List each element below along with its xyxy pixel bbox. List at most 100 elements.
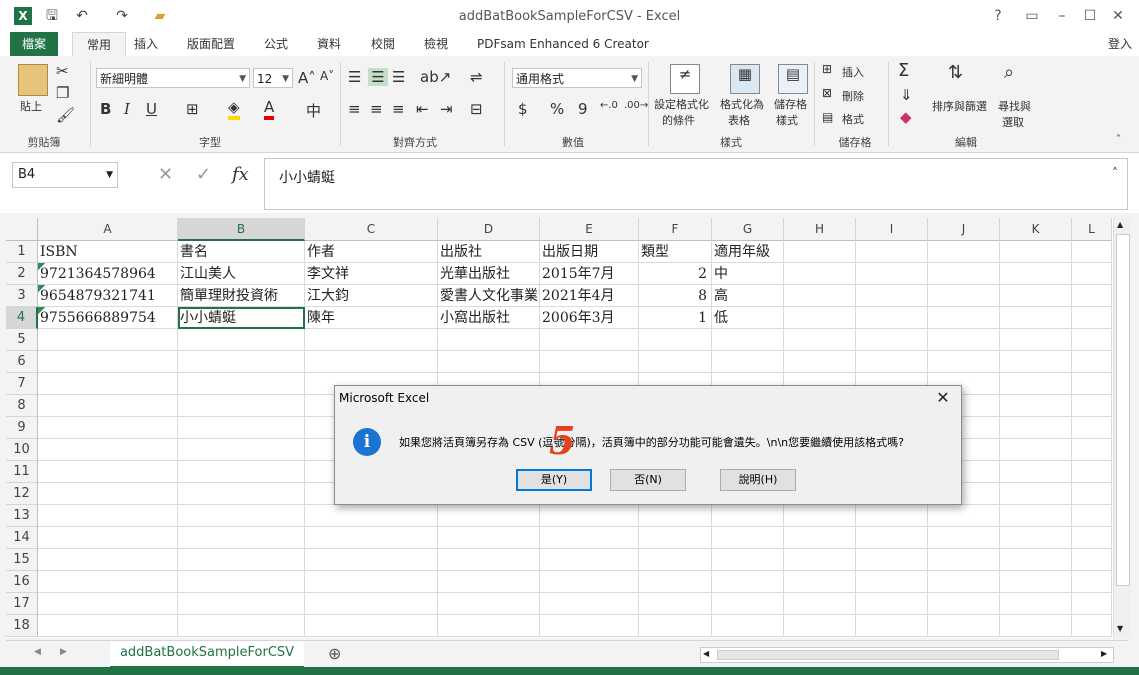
font-color-icon[interactable]: A <box>264 98 275 120</box>
cell[interactable] <box>784 241 856 263</box>
cell[interactable] <box>1072 395 1112 417</box>
column-header[interactable]: I <box>856 218 928 241</box>
underline-button[interactable]: U <box>146 100 157 118</box>
cell[interactable] <box>38 483 178 505</box>
close-icon[interactable]: ✕ <box>933 388 953 408</box>
cell[interactable] <box>1072 571 1112 593</box>
cell[interactable] <box>928 285 1000 307</box>
cell[interactable]: 2006年3月 <box>540 307 639 329</box>
cell[interactable] <box>784 615 856 637</box>
align-center-icon[interactable]: ≡ <box>370 100 383 118</box>
cell[interactable] <box>438 549 540 571</box>
fill-color-icon[interactable]: ◈ <box>228 98 240 120</box>
shrink-font-icon[interactable]: A˅ <box>320 69 334 83</box>
cell[interactable]: 出版社 <box>438 241 540 263</box>
close-button[interactable]: ✕ <box>1106 6 1130 26</box>
row-header[interactable]: 16 <box>6 571 38 593</box>
italic-button[interactable]: I <box>124 100 130 118</box>
comma-style-icon[interactable]: 9 <box>578 100 588 118</box>
cell[interactable] <box>639 571 712 593</box>
cell[interactable] <box>38 351 178 373</box>
cell[interactable] <box>438 329 540 351</box>
cell[interactable] <box>1072 483 1112 505</box>
cell[interactable] <box>784 351 856 373</box>
row-header[interactable]: 13 <box>6 505 38 527</box>
align-right-icon[interactable]: ≡ <box>392 100 405 118</box>
cell[interactable]: 類型 <box>639 241 712 263</box>
cell[interactable] <box>178 395 305 417</box>
cell[interactable] <box>178 461 305 483</box>
cell[interactable] <box>438 351 540 373</box>
no-button[interactable]: 否(N) <box>610 469 686 491</box>
cell[interactable] <box>1072 593 1112 615</box>
cell[interactable] <box>856 505 928 527</box>
scroll-left-icon[interactable]: ◀ <box>703 649 709 658</box>
bold-button[interactable]: B <box>100 100 111 118</box>
cell[interactable] <box>1000 285 1072 307</box>
cell[interactable] <box>712 571 784 593</box>
cell[interactable] <box>1000 329 1072 351</box>
tab-file[interactable]: 檔案 <box>10 32 59 56</box>
cell[interactable] <box>784 571 856 593</box>
cell[interactable] <box>712 593 784 615</box>
cell[interactable] <box>928 241 1000 263</box>
cell[interactable] <box>540 615 639 637</box>
column-header[interactable]: G <box>712 218 784 241</box>
cell[interactable] <box>856 571 928 593</box>
cell[interactable] <box>1072 373 1112 395</box>
cell-styles-label-2[interactable]: 樣式 <box>776 112 798 128</box>
increase-indent-icon[interactable]: ⇥ <box>440 100 453 118</box>
cell[interactable] <box>856 615 928 637</box>
cell[interactable] <box>1000 615 1072 637</box>
tab-layout[interactable]: 版面配置 <box>183 32 239 56</box>
format-table-icon[interactable]: ▦ <box>730 64 760 94</box>
cell[interactable] <box>178 593 305 615</box>
cell[interactable] <box>856 549 928 571</box>
fill-icon[interactable]: ⇓ <box>900 86 913 104</box>
cell[interactable] <box>1000 571 1072 593</box>
conditional-format-label-2[interactable]: 的條件 <box>662 112 695 128</box>
cell[interactable] <box>856 593 928 615</box>
cell[interactable]: 陳年 <box>305 307 438 329</box>
tab-data[interactable]: 資料 <box>313 32 345 56</box>
cell[interactable] <box>1000 483 1072 505</box>
column-header[interactable]: A <box>38 218 178 241</box>
cell[interactable]: 作者 <box>305 241 438 263</box>
decrease-decimal-icon[interactable]: .00→ <box>624 100 648 111</box>
cell[interactable] <box>639 329 712 351</box>
font-size-combo[interactable]: 12 ▼ <box>253 68 293 88</box>
find-select-icon[interactable]: ⌕ <box>1004 62 1014 83</box>
cell[interactable]: 書名 <box>178 241 305 263</box>
cell[interactable]: 中 <box>712 263 784 285</box>
merge-center-icon[interactable]: ⊟ <box>470 100 483 118</box>
cell[interactable] <box>540 505 639 527</box>
row-header[interactable]: 14 <box>6 527 38 549</box>
row-header[interactable]: 5 <box>6 329 38 351</box>
cell[interactable]: 江大鈞 <box>305 285 438 307</box>
name-box[interactable]: B4 ▼ <box>12 162 118 188</box>
cell[interactable] <box>1072 241 1112 263</box>
paste-label[interactable]: 貼上 <box>20 98 42 114</box>
cell[interactable] <box>38 373 178 395</box>
cell[interactable] <box>38 615 178 637</box>
cell[interactable] <box>639 549 712 571</box>
vertical-scrollbar[interactable]: ▲ ▼ <box>1113 218 1130 638</box>
cell[interactable] <box>1000 439 1072 461</box>
cell[interactable] <box>305 329 438 351</box>
cell[interactable]: 2015年7月 <box>540 263 639 285</box>
cell[interactable] <box>1000 461 1072 483</box>
cell[interactable] <box>784 307 856 329</box>
cell[interactable] <box>1000 527 1072 549</box>
cell[interactable] <box>856 307 928 329</box>
cell[interactable] <box>1072 461 1112 483</box>
cell[interactable] <box>1000 395 1072 417</box>
cell[interactable] <box>1072 351 1112 373</box>
cell[interactable]: 9721364578964 <box>38 263 178 285</box>
cell[interactable] <box>178 439 305 461</box>
align-left-icon[interactable]: ≡ <box>348 100 361 118</box>
cell[interactable] <box>540 527 639 549</box>
row-header[interactable]: 1 <box>6 241 38 263</box>
cell[interactable] <box>38 395 178 417</box>
delete-cells-icon[interactable]: ⊠ <box>822 86 832 100</box>
cell[interactable] <box>1072 527 1112 549</box>
